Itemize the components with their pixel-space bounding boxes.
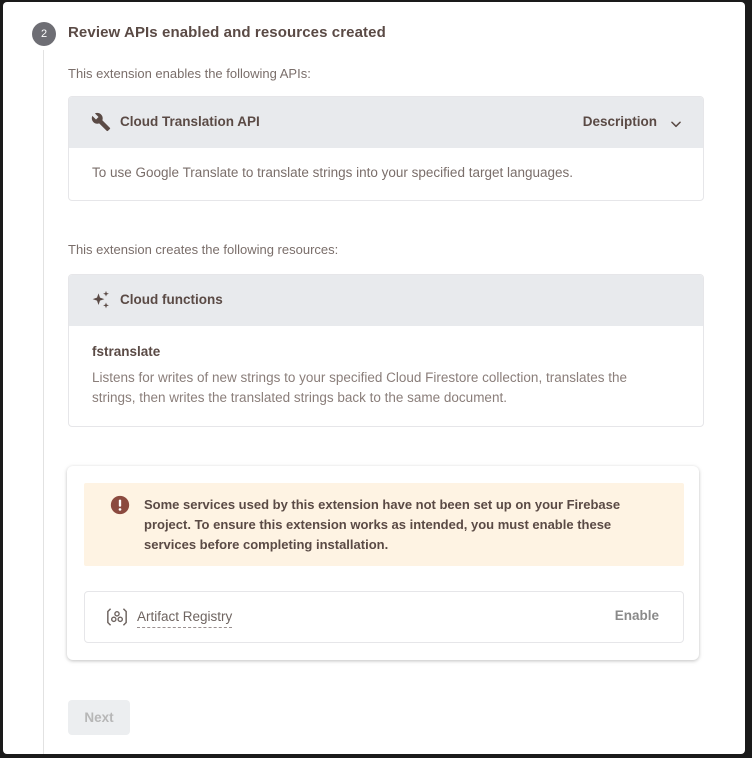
api-description: To use Google Translate to translate str… [92, 165, 574, 180]
description-toggle[interactable]: Description [583, 114, 657, 129]
service-name-link[interactable]: Artifact Registry [137, 609, 233, 628]
resource-description: Listens for writes of new strings to you… [92, 370, 627, 405]
enable-service-button[interactable]: Enable [615, 608, 659, 623]
resource-name: fstranslate [92, 344, 161, 359]
step-number-badge: 2 [32, 22, 56, 46]
warning-banner: Some services used by this extension hav… [84, 483, 684, 566]
setup-panel: 2 Review APIs enabled and resources crea… [3, 2, 745, 754]
artifact-registry-icon [107, 608, 127, 626]
step-title: Review APIs enabled and resources create… [68, 24, 386, 41]
api-name: Cloud Translation API [120, 114, 260, 129]
service-warning-card: Some services used by this extension hav… [67, 466, 699, 660]
api-card: Cloud Translation API Description To use… [68, 96, 704, 201]
error-icon [110, 495, 130, 515]
resource-group-title: Cloud functions [120, 292, 223, 307]
resource-card-header: Cloud functions [69, 275, 703, 326]
resource-card: Cloud functions fstranslate Listens for … [68, 274, 704, 427]
chevron-down-icon[interactable] [669, 117, 683, 131]
service-row: Artifact Registry Enable [84, 591, 684, 643]
apis-intro: This extension enables the following API… [68, 66, 311, 81]
wrench-icon [91, 112, 111, 132]
warning-message: Some services used by this extension hav… [144, 497, 621, 552]
next-button[interactable]: Next [68, 700, 130, 735]
api-card-header[interactable]: Cloud Translation API Description [69, 97, 703, 148]
stepper-line [43, 50, 44, 754]
resources-intro: This extension creates the following res… [68, 242, 339, 257]
sparkle-icon [92, 290, 109, 309]
